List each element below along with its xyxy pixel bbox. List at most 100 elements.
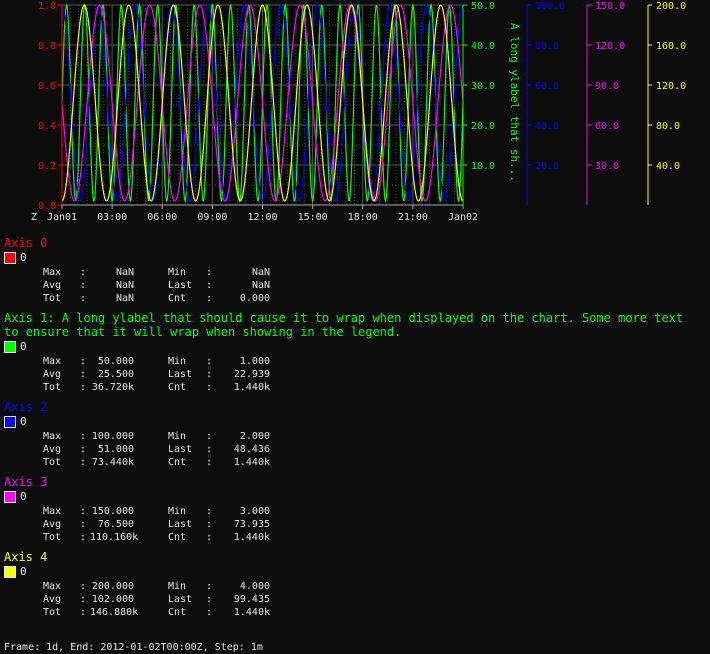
- legend-axis-0: Axis 0 0 Max: NaN Min: NaN Avg: NaN Last: NaN Tot:…: [4, 236, 704, 305]
- stat-label-last: Last: [168, 369, 193, 380]
- legend-axis-2: Axis 2 0 Max:100.000 Min:2.000 Avg:51.000 Las…: [4, 400, 704, 469]
- legend-series-row[interactable]: 0: [4, 489, 704, 505]
- legend-stats: Max:50.000 Min:1.000 Avg:25.500 Last:22.939…: [43, 355, 704, 394]
- stat-label-min: Min: [168, 506, 187, 517]
- stat-label-cnt: Cnt: [168, 293, 187, 304]
- stats-row-avg: Avg:25.500 Last:22.939: [43, 368, 704, 381]
- stats-row-avg: Avg: NaN Last: NaN: [43, 279, 704, 292]
- stat-value-max: 150.000: [91, 506, 134, 517]
- stat-value-last: 99.435: [233, 594, 270, 605]
- legend-axis-1: Axis 1: A long ylabel that should cause …: [4, 311, 704, 394]
- stat-value-max: 50.000: [97, 356, 134, 367]
- stat-label-tot: Tot: [43, 532, 62, 543]
- stat-value-min: 1.000: [239, 356, 270, 367]
- stat-label-tot: Tot: [43, 382, 62, 393]
- stat-colon: :: [206, 280, 213, 291]
- stats-row-max: Max:200.000 Min:4.000: [43, 580, 704, 593]
- legend-series-name: 0: [20, 340, 27, 353]
- chart-svg: 0.0 0.2 0.4 0.6 0.8 1.0 10.0 20.0 30.0 40.0 50.0 A …: [31, 1, 686, 223]
- stat-value-last: 22.939: [233, 369, 270, 380]
- stats-row-tot: Tot:73.440k Cnt:1.440k: [43, 456, 704, 469]
- stat-value-min: 2.000: [239, 431, 270, 442]
- stat-value-avg: 51.000: [97, 444, 134, 455]
- legend-series-name: 0: [20, 565, 27, 578]
- stat-colon: :: [80, 369, 87, 380]
- stat-value-cnt: 1.440k: [233, 607, 270, 618]
- axis-3-tick-label: 30.0: [595, 161, 619, 172]
- axis-0-tick-label: 0.4: [38, 121, 56, 132]
- axis-0-tick-label: 0.8: [38, 41, 56, 52]
- stat-value-cnt: 0.000: [239, 293, 270, 304]
- axis-4-tick-label: 200.0: [656, 1, 686, 12]
- axis-0-tick-label: 0.2: [38, 161, 56, 172]
- stat-label-avg: Avg: [43, 444, 62, 455]
- legend-series-row[interactable]: 0: [4, 250, 704, 266]
- legend-stats: Max:200.000 Min:4.000 Avg:102.000 Last:99.4…: [43, 580, 704, 619]
- legend: Axis 0 0 Max: NaN Min: NaN Avg: NaN Last: NaN Tot:…: [4, 236, 704, 619]
- stat-colon: :: [80, 581, 87, 592]
- stat-colon: :: [80, 457, 87, 468]
- stat-value-cnt: 1.440k: [233, 457, 270, 468]
- legend-series-name: 0: [20, 415, 27, 428]
- stat-label-max: Max: [43, 581, 62, 592]
- legend-series-row[interactable]: 0: [4, 414, 704, 430]
- axis-2-tick-label: 100.0: [535, 1, 565, 12]
- axis-0-tick-label: 0.0: [38, 201, 56, 212]
- stat-label-cnt: Cnt: [168, 607, 187, 618]
- chart-area: 0.0 0.2 0.4 0.6 0.8 1.0 10.0 20.0 30.0 40.0 50.0 A …: [0, 0, 710, 232]
- stat-colon: :: [80, 444, 87, 455]
- stat-value-cnt: 1.440k: [233, 382, 270, 393]
- axis-3-tick-label: 60.0: [595, 121, 619, 132]
- stat-colon: :: [80, 519, 87, 530]
- axis-2-tick-label: 60.0: [535, 81, 559, 92]
- stat-colon: :: [80, 506, 87, 517]
- stat-label-min: Min: [168, 356, 187, 367]
- stats-row-max: Max:50.000 Min:1.000: [43, 355, 704, 368]
- stat-value-tot: 146.880k: [90, 607, 139, 618]
- stat-label-last: Last: [168, 594, 193, 605]
- axis-1-tick-label: 40.0: [471, 41, 495, 52]
- stat-label-avg: Avg: [43, 369, 62, 380]
- axis-0-tick-label: 1.0: [38, 1, 56, 12]
- stat-label-avg: Avg: [43, 280, 62, 291]
- stat-colon: :: [80, 594, 87, 605]
- x-axis-tick-label: 06:00: [147, 212, 177, 223]
- legend-color-swatch: [4, 566, 16, 578]
- legend-stats: Max:150.000 Min:3.000 Avg:76.500 Last:73.93…: [43, 505, 704, 544]
- legend-series-row[interactable]: 0: [4, 564, 704, 580]
- x-axis-tick-label: 18:00: [348, 212, 378, 223]
- x-axis-tick-label: 09:00: [197, 212, 227, 223]
- stat-colon: :: [206, 267, 213, 278]
- stats-row-max: Max:150.000 Min:3.000: [43, 505, 704, 518]
- x-axis-tick-label: 15:00: [298, 212, 328, 223]
- stat-value-avg: NaN: [115, 280, 134, 291]
- stat-label-last: Last: [168, 519, 193, 530]
- stat-colon: :: [206, 369, 213, 380]
- stats-row-tot: Tot:146.880k Cnt:1.440k: [43, 606, 704, 619]
- stat-colon: :: [206, 519, 213, 530]
- legend-color-swatch: [4, 491, 16, 503]
- stat-colon: :: [206, 594, 213, 605]
- axis-1-tick-label: 20.0: [471, 121, 495, 132]
- stat-value-avg: 76.500: [97, 519, 134, 530]
- legend-series-row[interactable]: 0: [4, 339, 704, 355]
- stat-label-last: Last: [168, 280, 193, 291]
- legend-axis-title: Axis 2: [4, 400, 48, 414]
- axis-2-tick-label: 80.0: [535, 41, 559, 52]
- stat-value-tot: NaN: [115, 293, 134, 304]
- axis-1-tick-label: 10.0: [471, 161, 495, 172]
- stat-colon: :: [206, 457, 213, 468]
- axis-3-tick-label: 90.0: [595, 81, 619, 92]
- legend-axis-title: Axis 3: [4, 475, 48, 489]
- legend-color-swatch: [4, 416, 16, 428]
- stat-label-tot: Tot: [43, 293, 62, 304]
- stat-colon: :: [80, 607, 87, 618]
- stats-row-max: Max:100.000 Min:2.000: [43, 430, 704, 443]
- stat-value-last: 48.436: [233, 444, 270, 455]
- timezone-label: Z: [31, 212, 37, 223]
- stat-colon: :: [80, 356, 87, 367]
- stat-label-min: Min: [168, 581, 187, 592]
- stat-value-min: 3.000: [239, 506, 270, 517]
- stat-value-avg: 102.000: [91, 594, 134, 605]
- stat-label-cnt: Cnt: [168, 457, 187, 468]
